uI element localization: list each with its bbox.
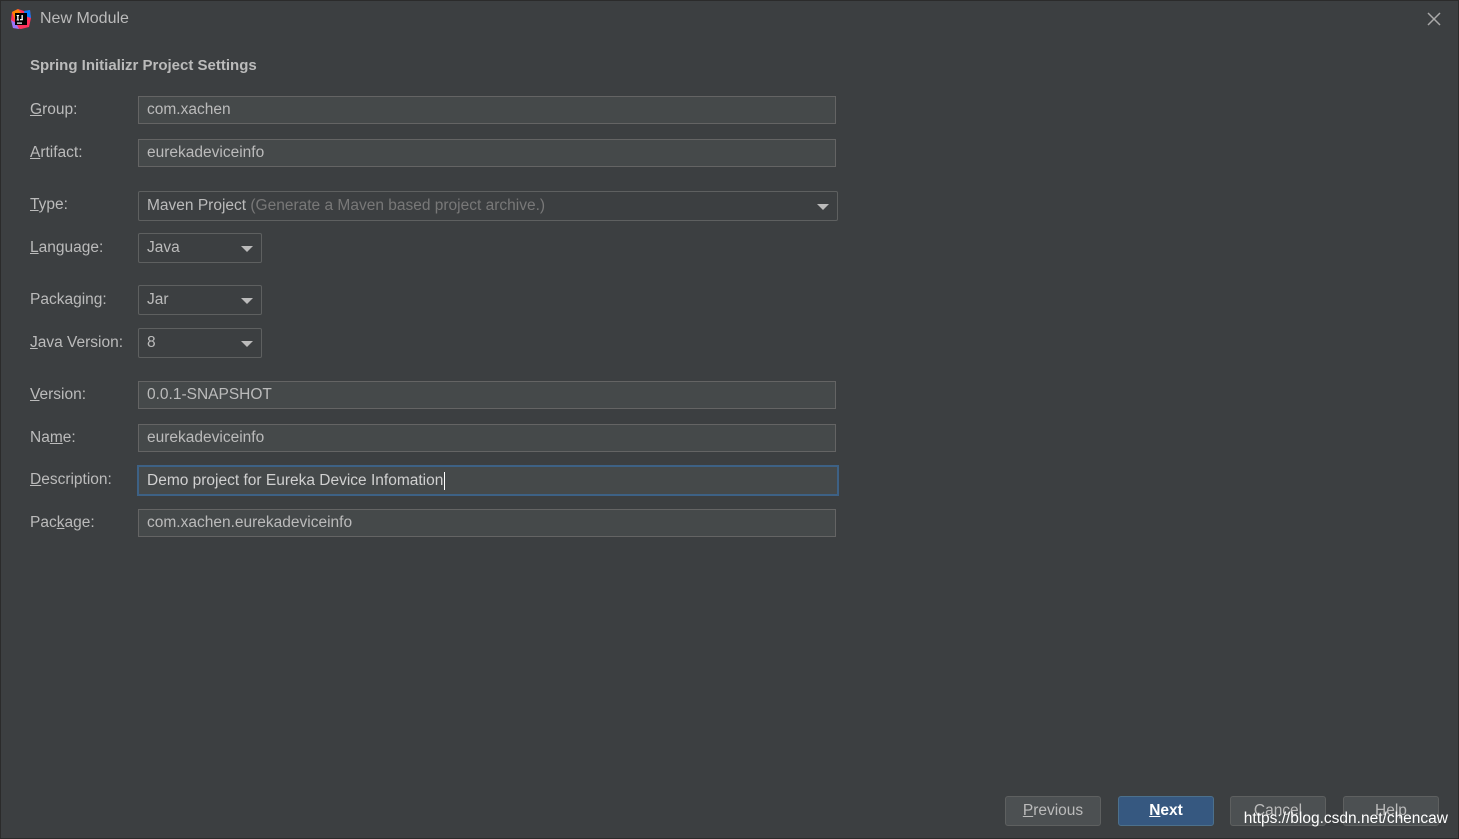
title-bar: New Module <box>1 1 1458 37</box>
artifact-input[interactable]: eurekadeviceinfo <box>138 139 836 167</box>
group-input[interactable]: com.xachen <box>138 96 836 124</box>
package-input[interactable]: com.xachen.eurekadeviceinfo <box>138 509 836 537</box>
chevron-down-icon <box>241 298 253 304</box>
section-title: Spring Initializr Project Settings <box>30 57 257 74</box>
language-dropdown[interactable]: Java <box>138 233 262 263</box>
java-version-label: Java Version: <box>30 334 124 351</box>
packaging-value: Jar <box>147 291 169 308</box>
type-dropdown[interactable]: Maven Project (Generate a Maven based pr… <box>138 191 838 221</box>
description-input[interactable]: Demo project for Eureka Device Infomatio… <box>137 465 839 496</box>
chevron-down-icon <box>241 246 253 252</box>
name-input[interactable]: eurekadeviceinfo <box>138 424 836 452</box>
type-label: Type: <box>30 196 68 213</box>
previous-button[interactable]: Previous <box>1005 796 1101 826</box>
name-label: Name: <box>30 429 76 446</box>
intellij-idea-icon <box>11 9 31 29</box>
description-label: Description: <box>30 471 112 488</box>
group-label: Group: <box>30 101 78 118</box>
package-label: Package: <box>30 514 95 531</box>
java-version-dropdown[interactable]: 8 <box>138 328 262 358</box>
language-value: Java <box>147 239 180 256</box>
type-hint: (Generate a Maven based project archive.… <box>250 197 546 214</box>
language-label: Language: <box>30 239 104 256</box>
text-caret <box>444 471 446 490</box>
java-version-value: 8 <box>147 334 156 351</box>
dialog-title: New Module <box>40 10 129 27</box>
version-input[interactable]: 0.0.1-SNAPSHOT <box>138 381 836 409</box>
packaging-dropdown[interactable]: Jar <box>138 285 262 315</box>
new-module-dialog: New Module Spring Initializr Project Set… <box>0 0 1459 839</box>
watermark-text: https://blog.csdn.net/chencaw <box>1243 810 1448 827</box>
packaging-label: Packaging: <box>30 291 107 308</box>
type-value: Maven Project <box>147 197 247 214</box>
chevron-down-icon <box>241 341 253 347</box>
close-icon[interactable] <box>1424 9 1444 29</box>
description-value: Demo project for Eureka Device Infomatio… <box>147 472 444 489</box>
artifact-label: Artifact: <box>30 144 83 161</box>
next-button[interactable]: Next <box>1118 796 1214 826</box>
chevron-down-icon <box>817 204 829 210</box>
version-label: Version: <box>30 386 87 403</box>
